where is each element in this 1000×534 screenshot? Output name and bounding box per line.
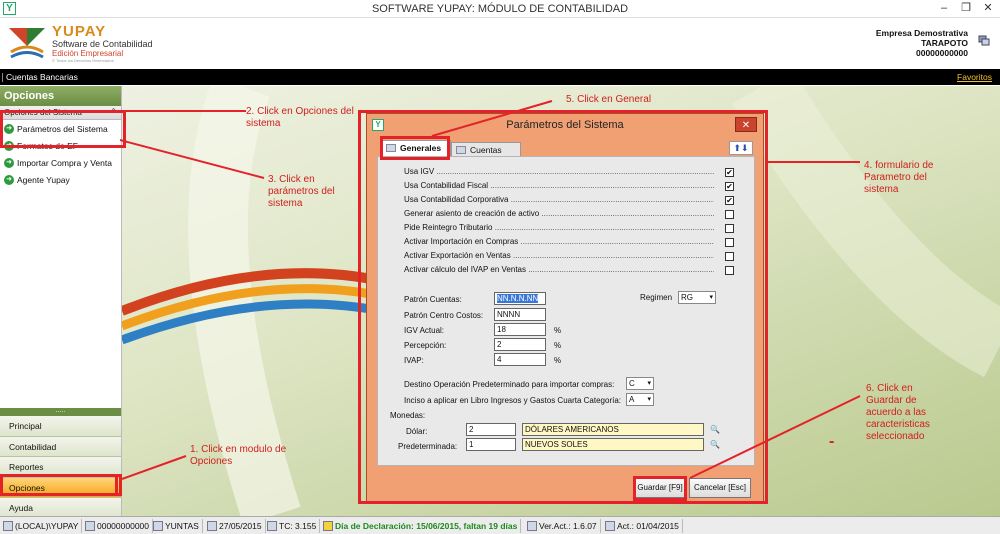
arrow-circle-icon: ➜ (4, 174, 14, 185)
logo-name: YUPAY (52, 23, 107, 40)
card-icon (85, 521, 95, 531)
status-text: TC: 3.155 (279, 521, 317, 531)
status-user: YUNTAS (152, 519, 203, 533)
exchange-icon (267, 521, 277, 531)
status-text: (LOCAL)\YUPAY (15, 521, 79, 531)
sidebar-item-importar[interactable]: ➜ Importar Compra y Venta (0, 154, 121, 171)
sidebar-item-agente[interactable]: ➜ Agente Yupay (0, 171, 121, 188)
status-bar: (LOCAL)\YUPAY 00000000000 YUNTAS 27/05/2… (0, 516, 1000, 534)
window-titlebar: Y SOFTWARE YUPAY: MÓDULO DE CONTABILIDAD… (0, 0, 1000, 18)
annotation-step-6: 6. Click en Guardar de acuerdo a las car… (866, 383, 930, 442)
favorites-link[interactable]: Favoritos (957, 72, 992, 82)
annotation-dash: - (829, 433, 835, 450)
module-list: ..... Principal Contabilidad Reportes Op… (0, 407, 121, 519)
annotation-box-module (0, 474, 122, 496)
annotation-step-5: 5. Click en General (566, 94, 652, 105)
annotation-box-save (633, 476, 687, 501)
server-icon (3, 521, 13, 531)
annotation-box-dialog (358, 110, 768, 504)
window-title: SOFTWARE YUPAY: MÓDULO DE CONTABILIDAD (371, 3, 629, 15)
sidebar-title: Opciones (0, 86, 121, 106)
restore-button[interactable]: ❐ (956, 1, 976, 16)
annotation-box-generales-tab (380, 136, 450, 160)
calendar-icon (207, 521, 217, 531)
app-header: YUPAY Software de Contabilidad Edición E… (0, 18, 1000, 68)
status-version: Ver.Act.: 1.6.07 (526, 519, 601, 533)
status-date: 27/05/2015 (206, 519, 266, 533)
status-ruc: 00000000000 (84, 519, 154, 533)
yupay-logo-icon (9, 28, 45, 59)
status-declaracion: Día de Declaración: 15/06/2015, faltan 1… (322, 519, 522, 533)
module-principal[interactable]: Principal (0, 416, 121, 437)
company-name: Empresa Demostrativa (875, 28, 968, 38)
company-switch-icon[interactable] (978, 34, 990, 46)
logo-copyright: © Todos los Derechos Reservados (52, 58, 114, 63)
company-info: Empresa Demostrativa TARAPOTO 0000000000… (876, 28, 968, 58)
module-contabilidad[interactable]: Contabilidad (0, 436, 121, 457)
sidebar-item-label: Importar Compra y Venta (17, 157, 112, 168)
annotation-step-1: 1. Click en modulo de Opciones (190, 444, 287, 467)
status-text: Día de Declaración: 15/06/2015, faltan 1… (335, 521, 518, 531)
company-city: TARAPOTO (921, 38, 968, 48)
status-text: YUNTAS (165, 521, 199, 531)
nav-bar: Cuentas Bancarias Favoritos (0, 69, 1000, 85)
status-server: (LOCAL)\YUPAY (2, 519, 83, 533)
sidebar: Opciones Opciones del Sistema ⌃ ➜ Paráme… (0, 86, 122, 519)
logo-subtitle: Software de Contabilidad (52, 39, 153, 49)
annotation-step-4: 4. formulario de Parametro del sistema (864, 160, 934, 195)
status-tc: TC: 3.155 (266, 519, 321, 533)
close-window-button[interactable]: ✕ (978, 1, 998, 16)
annotation-box-sidebar (0, 110, 126, 148)
update-icon (605, 521, 615, 531)
arrow-circle-icon: ➜ (4, 157, 14, 168)
status-text: 27/05/2015 (219, 521, 262, 531)
sidebar-splitter[interactable]: ..... (0, 407, 121, 416)
lightbulb-icon (323, 521, 333, 531)
annotation-step-3: 3. Click en parámetros del sistema (268, 174, 335, 209)
status-text: 00000000000 (97, 521, 150, 531)
minimize-button[interactable]: – (934, 1, 954, 16)
company-ruc: 00000000000 (915, 48, 968, 58)
status-text: Ver.Act.: 1.6.07 (539, 521, 597, 531)
status-text: Act.: 01/04/2015 (617, 521, 679, 531)
status-update: Act.: 01/04/2015 (604, 519, 683, 533)
breadcrumb[interactable]: Cuentas Bancarias (2, 72, 78, 82)
version-icon (527, 521, 537, 531)
user-icon (153, 521, 163, 531)
sidebar-item-label: Agente Yupay (17, 174, 70, 185)
annotation-step-2: 2. Click en Opciones del sistema (246, 106, 354, 129)
logo-edition: Edición Empresarial (52, 49, 124, 58)
